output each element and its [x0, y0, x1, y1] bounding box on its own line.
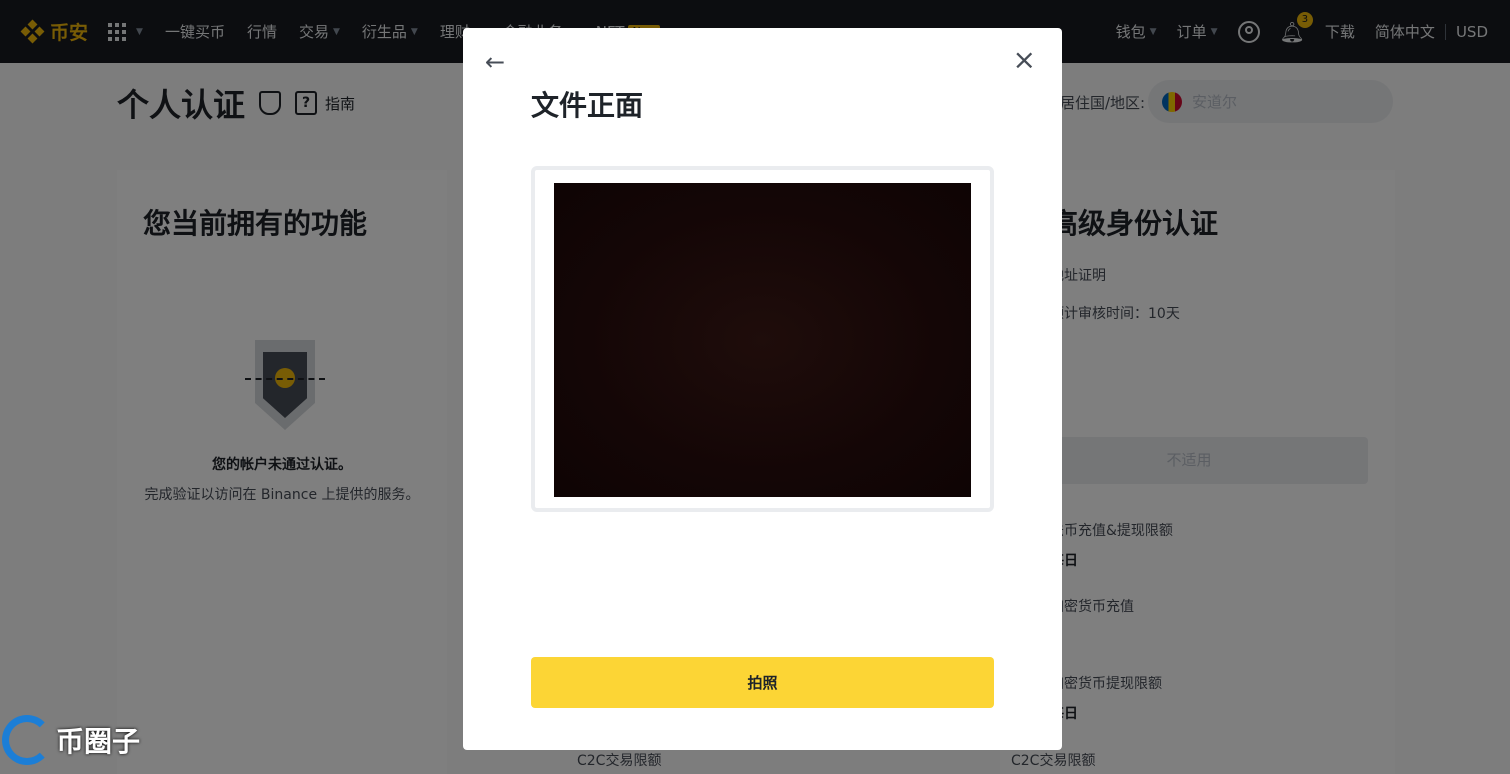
document-capture-modal: ← × 文件正面 拍照 — [463, 28, 1062, 750]
camera-preview — [554, 183, 971, 497]
modal-title: 文件正面 — [531, 89, 644, 122]
camera-frame — [531, 166, 994, 512]
watermark: 币圈子 — [2, 715, 140, 765]
take-photo-button[interactable]: 拍照 — [531, 657, 994, 708]
watermark-text: 币圈子 — [56, 725, 141, 758]
close-icon[interactable]: × — [1013, 46, 1036, 74]
arrow-left-icon[interactable]: ← — [485, 48, 505, 76]
watermark-logo-icon — [2, 715, 52, 765]
